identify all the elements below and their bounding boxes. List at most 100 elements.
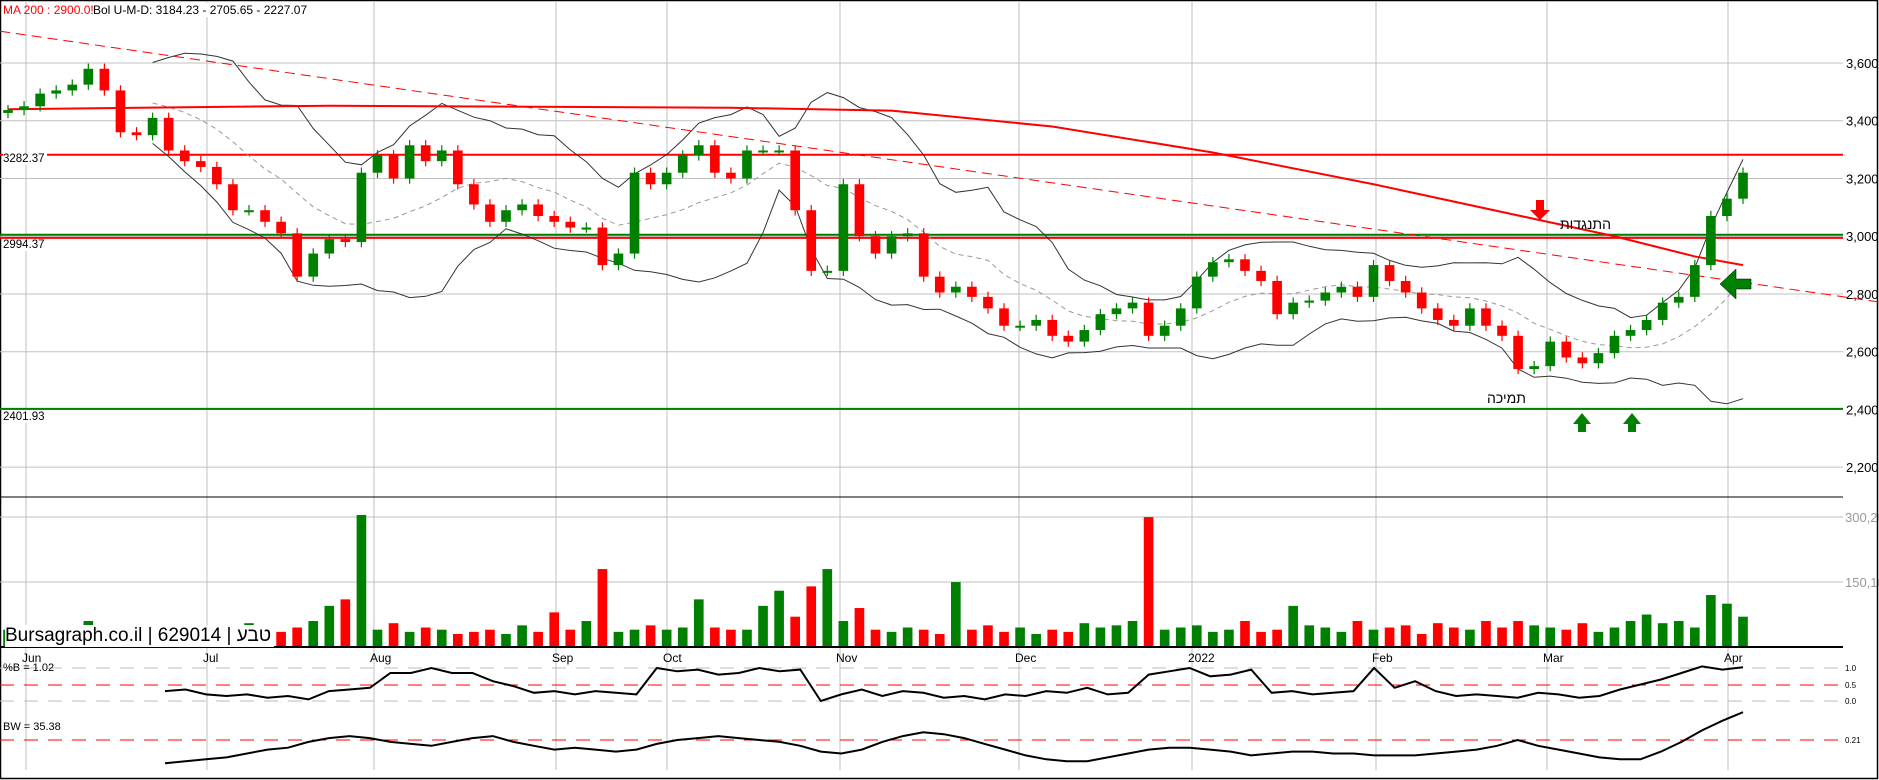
volume-bar bbox=[1384, 627, 1395, 647]
volume-bar bbox=[469, 631, 479, 647]
volume-bar bbox=[1175, 627, 1186, 647]
candle-body bbox=[1400, 280, 1411, 293]
candle-body bbox=[115, 90, 126, 133]
volume-bar bbox=[1545, 627, 1556, 647]
level-label-2994: 2994.37 bbox=[3, 239, 47, 251]
volume-bar bbox=[1722, 603, 1732, 647]
month-label: Feb bbox=[1372, 651, 1393, 665]
candle-body bbox=[99, 68, 110, 91]
candle-body bbox=[1224, 259, 1234, 263]
volume-bar bbox=[854, 608, 865, 647]
volume-bar bbox=[1208, 631, 1218, 647]
candle-body bbox=[581, 227, 592, 230]
volume-bar bbox=[276, 631, 286, 647]
volume-bar bbox=[806, 586, 817, 647]
candle-body bbox=[517, 204, 527, 211]
month-label: Sep bbox=[552, 651, 574, 665]
bw-line bbox=[164, 711, 1744, 765]
volume-bar bbox=[1368, 629, 1379, 647]
volume-bar bbox=[452, 634, 463, 647]
month-label: Oct bbox=[663, 651, 682, 665]
volume-bar bbox=[436, 629, 447, 647]
volume-bar bbox=[967, 629, 977, 647]
month-label: 2022 bbox=[1188, 651, 1215, 665]
price-chart: Jun Jul Aug Sep Oct Nov Dec 2022 Feb Mar Apr3,6003… bbox=[0, 0, 1879, 780]
volume-bar bbox=[1304, 625, 1315, 647]
volume-bar bbox=[1657, 623, 1668, 647]
candle-body bbox=[1095, 314, 1106, 331]
volume-bar bbox=[983, 625, 993, 647]
candle-body bbox=[195, 161, 206, 167]
candle-body bbox=[1432, 308, 1443, 320]
volume-bar bbox=[565, 629, 576, 647]
candle-body bbox=[276, 221, 286, 234]
candle-body bbox=[1127, 302, 1138, 309]
volume-bar bbox=[1047, 629, 1058, 647]
watermark: Bursagraph.co.il | 629014 | טבע bbox=[5, 625, 275, 647]
candle-body bbox=[1641, 319, 1652, 331]
candle-body bbox=[388, 155, 399, 179]
candle-body bbox=[292, 233, 302, 277]
volume-bar bbox=[1513, 621, 1523, 647]
candle-body bbox=[1272, 280, 1282, 315]
candle-body bbox=[742, 150, 752, 179]
candle-body bbox=[35, 93, 45, 107]
candle-body bbox=[565, 221, 576, 228]
candle-body bbox=[1673, 296, 1684, 303]
downtrend-line bbox=[0, 30, 1879, 303]
candle-body bbox=[870, 236, 881, 254]
candle-body bbox=[404, 145, 415, 179]
candle-body bbox=[806, 210, 817, 271]
volume-bar bbox=[597, 569, 608, 647]
candle-body bbox=[1449, 319, 1459, 326]
candle-body bbox=[822, 270, 833, 273]
candle-body bbox=[1545, 341, 1556, 367]
candle-body bbox=[83, 68, 94, 85]
volume-bar bbox=[1432, 623, 1443, 647]
volume-bar bbox=[710, 627, 720, 647]
volume-bar bbox=[902, 627, 913, 647]
candle-body bbox=[1416, 292, 1427, 309]
volume-bar bbox=[1240, 621, 1250, 647]
candle-body bbox=[1706, 216, 1716, 266]
price-tick-label: 3,600 bbox=[1846, 56, 1879, 71]
candle-body bbox=[774, 150, 784, 153]
volume-bar bbox=[661, 629, 672, 647]
percent-b-label: %B = 1.02 bbox=[3, 662, 55, 674]
volume-bar bbox=[886, 631, 897, 647]
candle-body bbox=[1689, 265, 1700, 297]
candle-body bbox=[19, 106, 29, 111]
candle-body bbox=[452, 150, 463, 185]
volume-bar bbox=[1609, 627, 1620, 647]
candle-body bbox=[1722, 198, 1732, 217]
volume-bar bbox=[774, 590, 784, 647]
volume-bar bbox=[1095, 627, 1106, 647]
volume-bar bbox=[1689, 627, 1700, 647]
candle-body bbox=[951, 286, 961, 293]
volume-bar bbox=[1449, 627, 1459, 647]
month-label: Nov bbox=[836, 651, 857, 665]
candle-body bbox=[1063, 335, 1074, 342]
volume-bar bbox=[934, 634, 945, 647]
volume-bar bbox=[1191, 625, 1202, 647]
candle-body bbox=[983, 296, 993, 309]
candle-body bbox=[1240, 259, 1250, 271]
candle-body bbox=[854, 184, 865, 237]
candle-body bbox=[597, 227, 608, 266]
candle-body bbox=[533, 204, 543, 217]
volume-bar bbox=[1127, 621, 1138, 647]
price-tick-label: 3,200 bbox=[1846, 171, 1879, 186]
volume-bar bbox=[1079, 623, 1090, 647]
volume-bar bbox=[1561, 629, 1572, 647]
price-tick-label: 2,400 bbox=[1846, 402, 1879, 417]
support-annotation: תמיכה bbox=[1487, 390, 1526, 406]
percent-b-tick: 0.0 bbox=[1845, 697, 1857, 706]
support-arrow-icon bbox=[1573, 413, 1591, 432]
volume-bar bbox=[613, 631, 624, 647]
candle-body bbox=[212, 166, 222, 185]
price-tick-label: 3,400 bbox=[1846, 114, 1879, 129]
volume-bar bbox=[1031, 634, 1041, 647]
volume-bar bbox=[1416, 634, 1427, 647]
candle-body bbox=[661, 172, 672, 185]
volume-bar bbox=[1159, 629, 1170, 647]
